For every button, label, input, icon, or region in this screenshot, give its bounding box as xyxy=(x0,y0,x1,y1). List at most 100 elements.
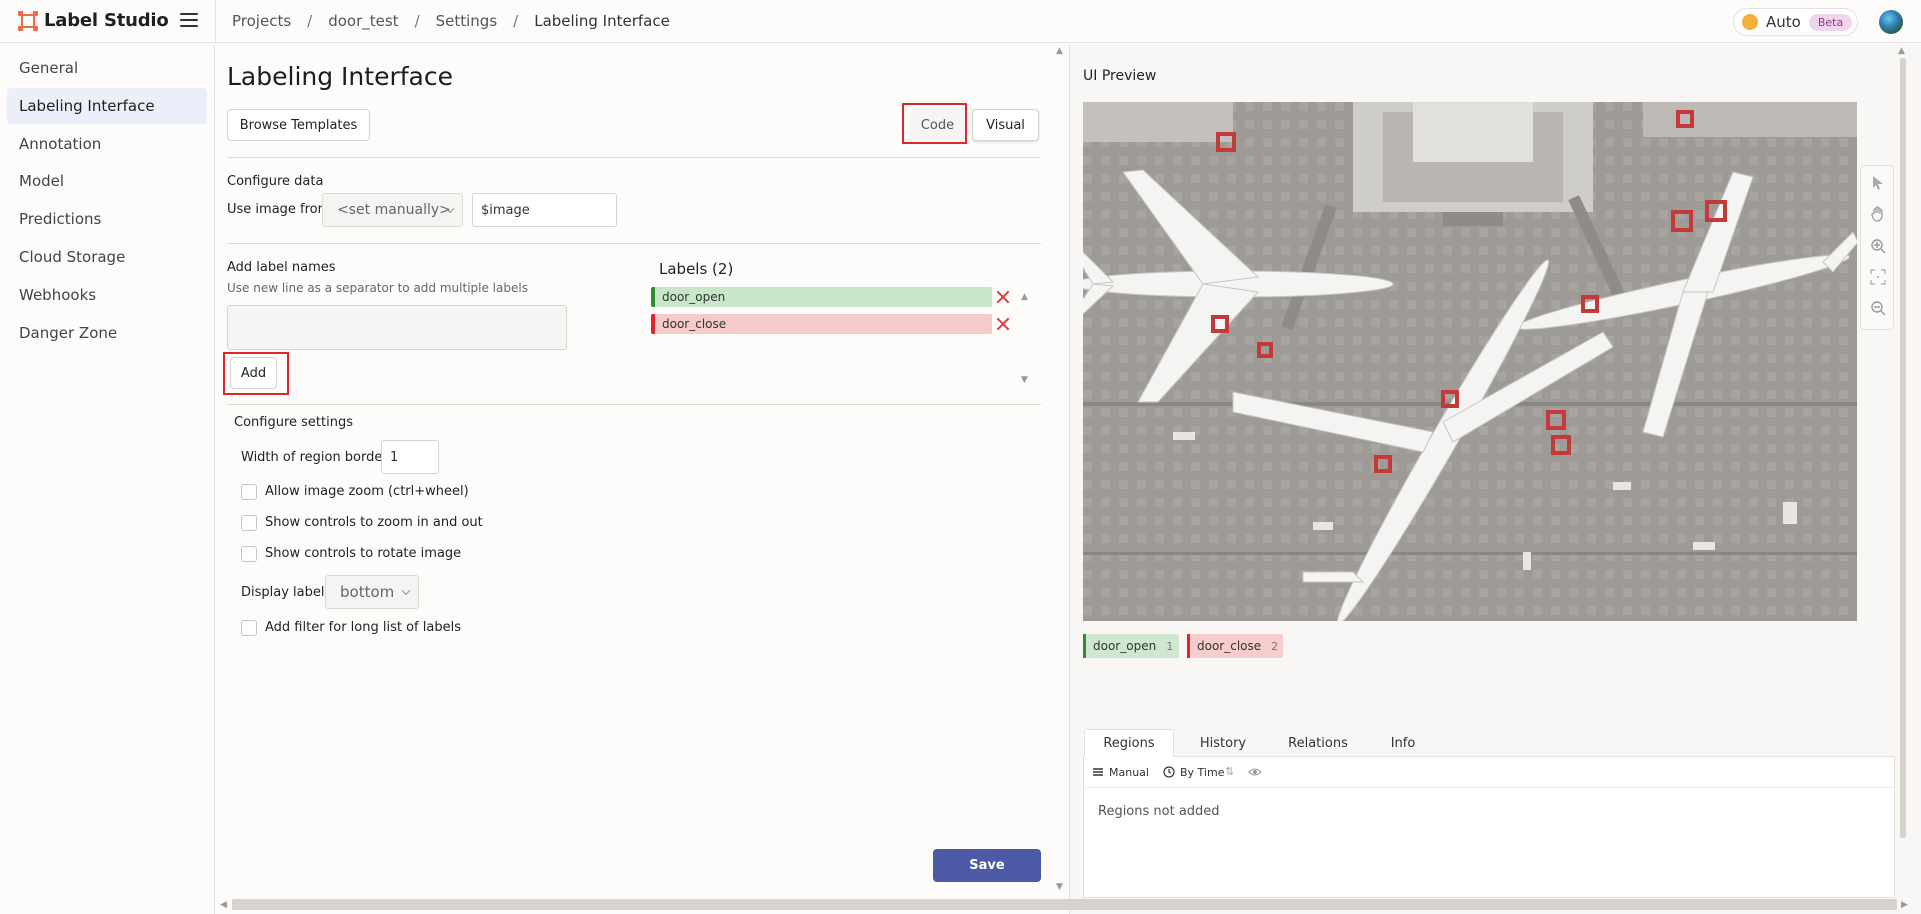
chevron-down-icon xyxy=(401,586,411,596)
divider xyxy=(227,404,1041,405)
label-item[interactable]: door_close xyxy=(651,314,992,334)
image-tools xyxy=(1860,165,1894,330)
sort-icon[interactable]: ⇅ xyxy=(1225,765,1234,778)
divider xyxy=(215,0,216,43)
use-image-from-label: Use image from xyxy=(227,202,331,217)
order-manual[interactable]: Manual xyxy=(1109,766,1149,779)
tab-info[interactable]: Info xyxy=(1370,729,1436,757)
zoom-controls-label: Show controls to zoom in and out xyxy=(265,515,483,530)
labels-list-title: Labels (2) xyxy=(659,260,734,278)
display-labels-value: bottom xyxy=(340,583,395,601)
menu-icon[interactable] xyxy=(180,13,198,27)
tab-regions[interactable]: Regions xyxy=(1084,729,1174,757)
breadcrumb-current: Labeling Interface xyxy=(534,12,670,30)
list-icon xyxy=(1092,766,1104,781)
legend-door-close[interactable]: door_close 2 xyxy=(1187,634,1283,658)
avatar[interactable] xyxy=(1879,10,1903,34)
label-color-bar xyxy=(651,287,655,307)
label-name: door_open xyxy=(662,290,726,304)
page-title: Labeling Interface xyxy=(227,62,453,91)
legend-color-bar xyxy=(1083,634,1086,658)
sidebar-item-cloud-storage[interactable]: Cloud Storage xyxy=(7,239,207,275)
order-by-time[interactable]: By Time xyxy=(1180,766,1224,779)
legend-count: 2 xyxy=(1271,639,1279,653)
app-title: Label Studio xyxy=(44,10,169,31)
visual-mode-button[interactable]: Visual xyxy=(972,109,1039,141)
rotate-controls-checkbox[interactable] xyxy=(241,546,257,562)
hand-icon[interactable] xyxy=(1870,206,1886,222)
regions-toolbar: Manual By Time ⇅ xyxy=(1084,758,1894,788)
sun-icon xyxy=(1742,14,1758,30)
zoom-out-icon[interactable] xyxy=(1870,300,1886,316)
breadcrumb-project[interactable]: door_test xyxy=(328,12,398,30)
config-panel xyxy=(216,44,1068,914)
allow-zoom-label: Allow image zoom (ctrl+wheel) xyxy=(265,484,469,499)
sidebar-item-annotation[interactable]: Annotation xyxy=(7,126,207,162)
browse-templates-button[interactable]: Browse Templates xyxy=(227,109,370,141)
configure-settings-heading: Configure settings xyxy=(234,415,353,430)
preview-image[interactable] xyxy=(1083,102,1857,621)
zoom-controls-checkbox[interactable] xyxy=(241,515,257,531)
breadcrumb-projects[interactable]: Projects xyxy=(232,12,291,30)
regions-empty-message: Regions not added xyxy=(1098,804,1220,819)
data-source-value: <set manually> xyxy=(337,202,451,218)
rotate-controls-label: Show controls to rotate image xyxy=(265,546,462,561)
beta-badge: Beta xyxy=(1808,13,1853,31)
legend-count: 1 xyxy=(1166,639,1174,653)
tab-history[interactable]: History xyxy=(1180,729,1266,757)
sidebar-item-webhooks[interactable]: Webhooks xyxy=(7,277,207,313)
label-item[interactable]: door_open xyxy=(651,287,992,307)
app-logo[interactable]: Label Studio xyxy=(18,10,169,31)
filter-labels-checkbox[interactable] xyxy=(241,620,257,636)
fit-icon[interactable] xyxy=(1870,269,1886,285)
sidebar-item-danger-zone[interactable]: Danger Zone xyxy=(7,315,207,351)
data-source-select[interactable]: <set manually> xyxy=(322,193,463,227)
breadcrumb: Projects / door_test / Settings / Labeli… xyxy=(232,12,670,30)
scroll-down-icon[interactable]: ▼ xyxy=(1056,882,1063,892)
breadcrumb-separator: / xyxy=(414,12,420,30)
breadcrumb-settings[interactable]: Settings xyxy=(436,12,498,30)
sidebar-item-model[interactable]: Model xyxy=(7,163,207,199)
eye-icon[interactable] xyxy=(1248,766,1262,781)
sidebar-item-general[interactable]: General xyxy=(7,50,207,86)
data-field-input[interactable]: $image xyxy=(472,193,617,227)
chevron-down-icon[interactable]: ▼ xyxy=(1021,375,1028,385)
pointer-icon[interactable] xyxy=(1870,175,1886,191)
tab-relations[interactable]: Relations xyxy=(1272,729,1364,757)
label-names-textarea[interactable] xyxy=(227,305,567,350)
label-color-bar xyxy=(651,314,655,334)
scroll-up-icon[interactable]: ▲ xyxy=(1056,46,1063,56)
breadcrumb-separator: / xyxy=(513,12,519,30)
region-border-width-input[interactable]: 1 xyxy=(381,440,439,474)
preview-scrollbar[interactable]: ▲ xyxy=(1896,44,1910,899)
theme-label: Auto xyxy=(1766,13,1801,31)
airport-image xyxy=(1083,102,1857,621)
add-label-names-heading: Add label names xyxy=(227,260,336,275)
label-studio-logo-icon xyxy=(18,10,38,31)
legend-door-open[interactable]: door_open 1 xyxy=(1083,634,1179,658)
scroll-left-icon[interactable]: ◀ xyxy=(220,900,227,910)
scroll-right-icon[interactable]: ▶ xyxy=(1901,900,1908,910)
top-bar: Label Studio Projects / door_test / Sett… xyxy=(0,0,1921,43)
theme-toggle[interactable]: Auto Beta xyxy=(1733,8,1858,36)
config-scrollbar[interactable]: ▲ ▼ xyxy=(1054,44,1068,899)
divider xyxy=(227,243,1041,244)
sidebar-item-labeling-interface[interactable]: Labeling Interface xyxy=(7,88,207,124)
sidebar-item-predictions[interactable]: Predictions xyxy=(7,201,207,237)
display-labels-label: Display labels: xyxy=(241,585,336,600)
add-button-highlight xyxy=(223,352,289,395)
save-button[interactable]: Save xyxy=(933,849,1041,882)
delete-label-icon[interactable] xyxy=(996,290,1010,304)
allow-zoom-checkbox[interactable] xyxy=(241,484,257,500)
preview-title: UI Preview xyxy=(1083,68,1157,84)
zoom-in-icon[interactable] xyxy=(1870,238,1886,254)
delete-label-icon[interactable] xyxy=(996,317,1010,331)
horizontal-scrollbar[interactable] xyxy=(232,899,1897,910)
display-labels-select[interactable]: bottom xyxy=(325,575,419,609)
scroll-thumb[interactable] xyxy=(1900,58,1906,838)
chevron-up-icon[interactable]: ▲ xyxy=(1021,292,1028,302)
legend-label: door_close xyxy=(1197,639,1262,653)
legend-color-bar xyxy=(1187,634,1190,658)
scroll-up-icon[interactable]: ▲ xyxy=(1898,46,1905,56)
filter-labels-label: Add filter for long list of labels xyxy=(265,620,461,635)
